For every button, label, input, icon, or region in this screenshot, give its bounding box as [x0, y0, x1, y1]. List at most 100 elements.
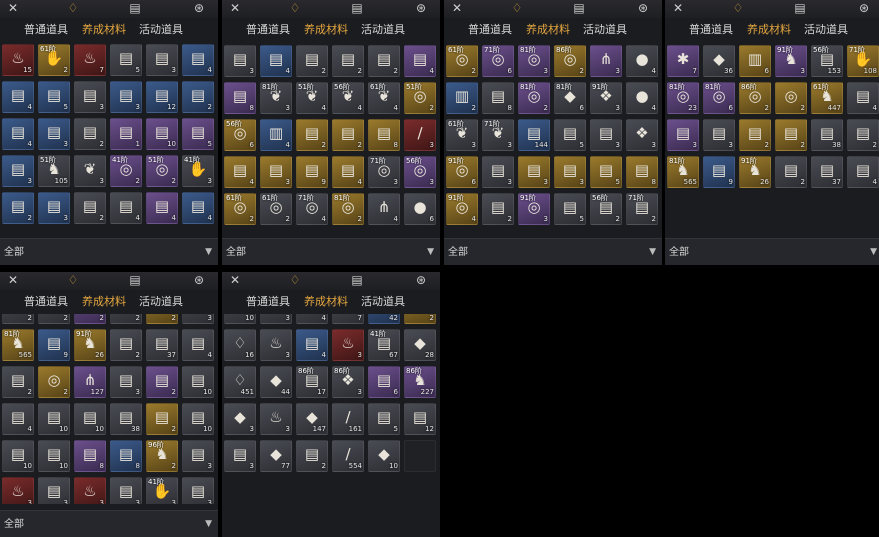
item-slot[interactable]: ▥ 2	[446, 82, 478, 114]
tab-2[interactable]: 活动道具	[139, 19, 183, 41]
tab-2[interactable]: 活动道具	[361, 291, 405, 313]
item-slot[interactable]: ◎ 71阶 3	[368, 156, 400, 188]
item-slot[interactable]: ▤ 5	[182, 118, 214, 150]
item-slot[interactable]: ◆ 81阶 6	[554, 82, 586, 114]
item-slot[interactable]: ♨ 3	[260, 403, 292, 435]
item-slot[interactable]: ◎ 91阶 6	[446, 156, 478, 188]
item-slot[interactable]: ◎ 41阶 2	[110, 155, 142, 187]
item-slot[interactable]: ◎ 71阶 4	[296, 193, 328, 225]
item-slot[interactable]: ▤3	[38, 118, 70, 150]
item-slot[interactable]: ▤7	[332, 314, 364, 324]
item-slot[interactable]: ▤4	[260, 45, 292, 77]
item-slot[interactable]: ▤3	[146, 44, 178, 76]
item-slot[interactable]: ❦ 61阶 4	[368, 82, 400, 114]
tab-1[interactable]: 养成材料	[82, 19, 126, 41]
item-slot[interactable]: ◎ 81阶 3	[518, 45, 550, 77]
item-slot[interactable]: ▤ 5	[110, 44, 142, 76]
item-slot[interactable]: ▤3	[518, 156, 550, 188]
item-slot[interactable]: ▤10	[182, 403, 214, 435]
item-slot[interactable]: ▤4	[182, 329, 214, 361]
item-slot[interactable]	[404, 440, 436, 472]
filter-dropdown[interactable]: 全部 ▼	[444, 238, 662, 265]
item-slot[interactable]: ◎ 2	[38, 366, 70, 398]
item-slot[interactable]: ▤10	[2, 440, 34, 472]
item-slot[interactable]: ♞ 61阶 447	[811, 82, 843, 114]
item-slot[interactable]: ♞ 91阶 26	[74, 329, 106, 361]
item-slot[interactable]: ▤3	[554, 156, 586, 188]
item-slot[interactable]: ▤10	[182, 366, 214, 398]
item-slot[interactable]: ▤2	[739, 119, 771, 151]
tab-0[interactable]: 普通道具	[24, 291, 68, 313]
item-slot[interactable]: ◎ 51阶 2	[404, 82, 436, 114]
item-slot[interactable]: ▤2	[74, 118, 106, 150]
close-icon[interactable]: ✕	[449, 0, 465, 16]
item-slot[interactable]: ♨ 3	[2, 477, 34, 504]
item-slot[interactable]: ● 6	[404, 193, 436, 225]
item-slot[interactable]: ▤4	[332, 156, 364, 188]
item-slot[interactable]: ▤4	[2, 403, 34, 435]
item-slot[interactable]: ▤ 12	[146, 81, 178, 113]
item-slot[interactable]: ▤4	[296, 329, 328, 361]
item-slot[interactable]: ▤ 5	[590, 156, 622, 188]
filter-dropdown[interactable]: 全部 ▼	[665, 238, 879, 265]
item-slot[interactable]: ▤2	[146, 403, 178, 435]
item-slot[interactable]: ▤3	[182, 314, 214, 324]
item-slot[interactable]: ▤10	[38, 403, 70, 435]
item-slot[interactable]: ▤2	[332, 119, 364, 151]
item-slot[interactable]: ▤ 71阶 2	[626, 193, 658, 225]
item-slot[interactable]: ♞96阶2	[404, 314, 436, 324]
pouch-icon[interactable]: ♢	[509, 0, 525, 16]
close-icon[interactable]: ✕	[670, 0, 686, 16]
item-slot[interactable]: ▤2	[775, 156, 807, 188]
badge-icon[interactable]: ⊛	[635, 0, 651, 16]
item-slot[interactable]: ◎ 61阶 2	[224, 193, 256, 225]
item-slot[interactable]: ▤3	[38, 192, 70, 224]
item-slot[interactable]: ◆ 36	[703, 45, 735, 77]
item-slot[interactable]: ▤4	[182, 192, 214, 224]
item-slot[interactable]: ▤ 56阶 153	[811, 45, 843, 77]
pouch-icon[interactable]: ♢	[730, 0, 746, 16]
item-slot[interactable]: ▤4	[404, 45, 436, 77]
item-slot[interactable]: ▤ 38	[110, 403, 142, 435]
tab-2[interactable]: 活动道具	[804, 19, 848, 41]
item-slot[interactable]: ▤4	[847, 156, 879, 188]
pouch-icon[interactable]: ♢	[65, 0, 81, 16]
item-slot[interactable]: ♨ 3	[332, 329, 364, 361]
item-slot[interactable]: ✋ 71阶 108	[847, 45, 879, 77]
item-slot[interactable]: ◆ 77	[260, 440, 292, 472]
tab-0[interactable]: 普通道具	[468, 19, 512, 41]
item-slot[interactable]: ▤2	[296, 45, 328, 77]
item-slot[interactable]: ▤2	[146, 366, 178, 398]
item-slot[interactable]: ◆ 28	[404, 329, 436, 361]
item-slot[interactable]: ▤ 9	[296, 156, 328, 188]
item-slot[interactable]: ◎ 91阶 3	[518, 193, 550, 225]
item-slot[interactable]: ▤ 1	[110, 118, 142, 150]
item-slot[interactable]: ▤4	[847, 82, 879, 114]
item-slot[interactable]: ▤4	[224, 156, 256, 188]
item-slot[interactable]: ▤4	[2, 118, 34, 150]
item-slot[interactable]: ▤2	[368, 45, 400, 77]
scroll-icon[interactable]: ▤	[792, 0, 808, 16]
item-slot[interactable]: ▤ 38	[811, 119, 843, 151]
item-slot[interactable]: ◎ 56阶 6	[224, 119, 256, 151]
item-slot[interactable]: ▤3	[667, 119, 699, 151]
badge-icon[interactable]: ⊛	[413, 272, 429, 288]
item-slot[interactable]: ▤ 37	[146, 329, 178, 361]
tab-2[interactable]: 活动道具	[139, 291, 183, 313]
item-slot[interactable]: ▤3	[2, 155, 34, 187]
item-slot[interactable]: ● 4	[626, 82, 658, 114]
item-slot[interactable]: ❦ 56阶 4	[332, 82, 364, 114]
item-slot[interactable]: ▤ 41阶 67	[368, 329, 400, 361]
item-slot[interactable]: ♞ 81阶 565	[2, 329, 34, 361]
tab-0[interactable]: 普通道具	[246, 19, 290, 41]
scroll-icon[interactable]: ▤	[127, 0, 143, 16]
item-slot[interactable]: ▤ 9	[38, 329, 70, 361]
item-slot[interactable]: ◎ 81阶 2	[332, 193, 364, 225]
item-slot[interactable]: ◎ 81阶 6	[703, 82, 735, 114]
item-slot[interactable]: ▤2	[2, 366, 34, 398]
item-slot[interactable]: ∕ 554	[332, 440, 364, 472]
scroll-icon[interactable]: ▤	[127, 272, 143, 288]
item-slot[interactable]: ▤2	[775, 119, 807, 151]
item-slot[interactable]: ◎ 61阶 2	[446, 45, 478, 77]
item-slot[interactable]: ✋ 41阶 3	[146, 477, 178, 504]
